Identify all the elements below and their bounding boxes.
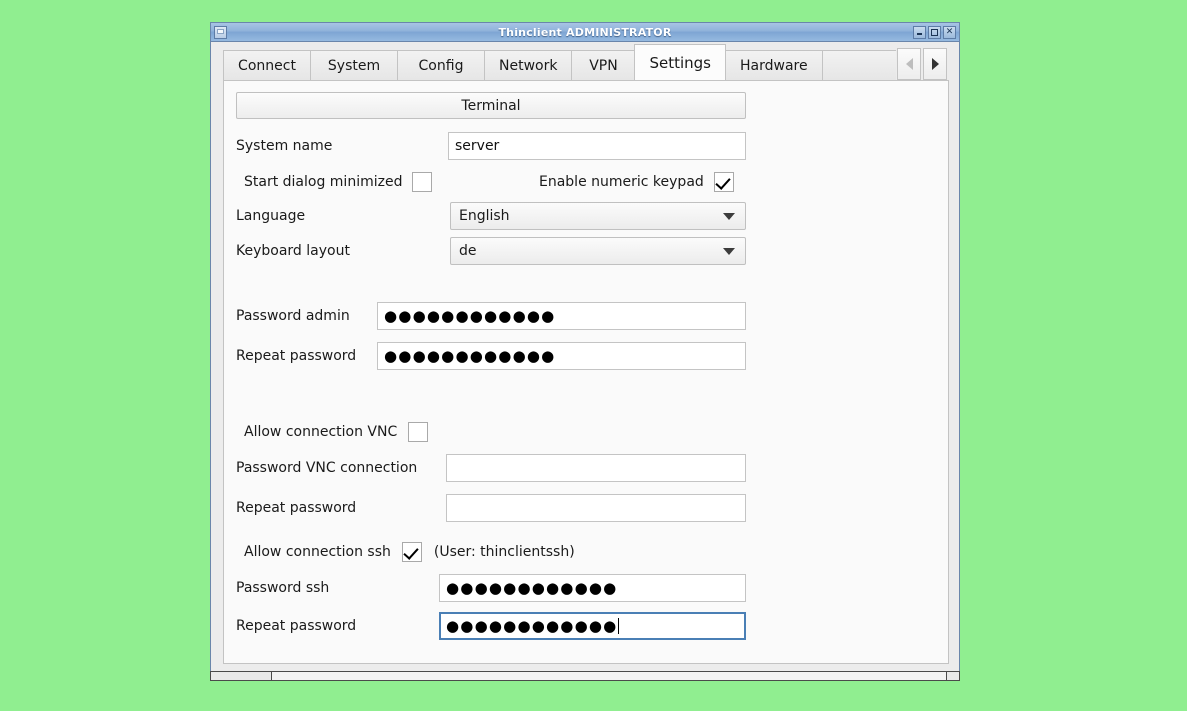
tab-scroll-prev-button[interactable] bbox=[897, 48, 921, 80]
keyboard-layout-value: de bbox=[459, 243, 477, 259]
application-window: Thinclient ADMINISTRATOR ✕ Connect Syste… bbox=[210, 22, 960, 677]
numeric-keypad-label: Enable numeric keypad bbox=[539, 174, 704, 190]
window-menu-icon[interactable] bbox=[214, 25, 227, 39]
password-ssh-masked-value: ●●●●●●●●●●●● bbox=[446, 578, 618, 597]
keyboard-layout-row: Keyboard layout de bbox=[236, 237, 746, 265]
keyboard-layout-select[interactable]: de bbox=[450, 237, 746, 265]
tab-hardware[interactable]: Hardware bbox=[725, 50, 823, 80]
start-minimized-label: Start dialog minimized bbox=[244, 174, 403, 190]
tab-bar-filler bbox=[821, 50, 896, 80]
repeat-password-vnc-row: Repeat password bbox=[236, 494, 746, 522]
tab-system[interactable]: System bbox=[310, 50, 398, 80]
tab-label: Settings bbox=[649, 53, 711, 72]
language-label: Language bbox=[236, 208, 306, 224]
chevron-left-icon bbox=[905, 58, 913, 70]
numeric-keypad-row: Enable numeric keypad bbox=[539, 168, 734, 196]
repeat-password-admin-row: Repeat password ●●●●●●●●●●●● bbox=[236, 342, 746, 370]
start-minimized-row: Start dialog minimized bbox=[244, 168, 433, 196]
repeat-password-admin-label: Repeat password bbox=[236, 348, 357, 364]
password-vnc-input[interactable] bbox=[446, 454, 746, 482]
allow-ssh-checkbox[interactable] bbox=[401, 542, 422, 562]
chevron-right-icon bbox=[931, 58, 939, 70]
repeat-password-ssh-row: Repeat password ●●●●●●●●●●●● bbox=[236, 612, 746, 640]
ssh-user-note: (User: thinclientssh) bbox=[433, 544, 575, 560]
language-select[interactable]: English bbox=[450, 202, 746, 230]
keyboard-layout-label: Keyboard layout bbox=[236, 243, 350, 259]
password-admin-input[interactable]: ●●●●●●●●●●●● bbox=[377, 302, 746, 330]
repeat-password-ssh-input[interactable]: ●●●●●●●●●●●● bbox=[439, 612, 746, 640]
repeat-password-vnc-label: Repeat password bbox=[236, 500, 357, 516]
tab-network[interactable]: Network bbox=[484, 50, 573, 80]
settings-panel: Terminal System name server Start dialog… bbox=[223, 80, 949, 664]
tab-config[interactable]: Config bbox=[397, 50, 485, 80]
language-row: Language English bbox=[236, 202, 746, 230]
chevron-down-icon bbox=[723, 247, 735, 255]
tab-bar: Connect System Config Network VPN Settin… bbox=[211, 42, 959, 80]
system-name-label: System name bbox=[236, 138, 333, 154]
tab-label: Network bbox=[499, 57, 558, 74]
window-title: Thinclient ADMINISTRATOR bbox=[498, 25, 672, 39]
title-bar[interactable]: Thinclient ADMINISTRATOR ✕ bbox=[211, 23, 959, 42]
numeric-keypad-checkbox[interactable] bbox=[713, 172, 734, 192]
system-name-input[interactable]: server bbox=[448, 132, 746, 160]
password-vnc-row: Password VNC connection bbox=[236, 454, 746, 482]
tab-scroll-next-button[interactable] bbox=[923, 48, 947, 80]
window-controls: ✕ bbox=[913, 25, 956, 39]
repeat-password-ssh-masked-value: ●●●●●●●●●●●● bbox=[446, 616, 618, 635]
password-ssh-row: Password ssh ●●●●●●●●●●●● bbox=[236, 574, 746, 602]
password-ssh-input[interactable]: ●●●●●●●●●●●● bbox=[439, 574, 746, 602]
tab-connect[interactable]: Connect bbox=[223, 50, 311, 80]
tab-label: Config bbox=[418, 57, 464, 74]
tab-vpn[interactable]: VPN bbox=[571, 50, 636, 80]
minimize-button[interactable] bbox=[913, 25, 926, 39]
tab-label: System bbox=[327, 57, 381, 74]
scrollbar-thumb[interactable] bbox=[272, 672, 947, 680]
allow-vnc-row: Allow connection VNC bbox=[244, 418, 429, 446]
terminal-button[interactable]: Terminal bbox=[236, 92, 746, 119]
repeat-password-vnc-input[interactable] bbox=[446, 494, 746, 522]
maximize-icon bbox=[931, 28, 938, 36]
tab-label: Connect bbox=[238, 57, 296, 74]
allow-vnc-label: Allow connection VNC bbox=[244, 424, 398, 440]
repeat-password-admin-masked-value: ●●●●●●●●●●●● bbox=[384, 346, 556, 365]
allow-vnc-checkbox[interactable] bbox=[408, 422, 429, 442]
password-admin-label: Password admin bbox=[236, 308, 350, 324]
allow-ssh-row: Allow connection ssh (User: thinclientss… bbox=[244, 538, 575, 566]
password-ssh-label: Password ssh bbox=[236, 580, 330, 596]
password-admin-masked-value: ●●●●●●●●●●●● bbox=[384, 306, 556, 325]
terminal-button-label: Terminal bbox=[461, 97, 521, 114]
text-cursor bbox=[618, 618, 620, 634]
maximize-button[interactable] bbox=[928, 25, 941, 39]
tab-label: VPN bbox=[589, 57, 618, 74]
start-minimized-checkbox[interactable] bbox=[412, 172, 433, 192]
system-name-row: System name server bbox=[236, 132, 746, 160]
close-button[interactable]: ✕ bbox=[943, 25, 956, 39]
tab-settings[interactable]: Settings bbox=[634, 44, 726, 80]
horizontal-scrollbar[interactable] bbox=[210, 671, 960, 681]
chevron-down-icon bbox=[723, 212, 735, 220]
repeat-password-admin-input[interactable]: ●●●●●●●●●●●● bbox=[377, 342, 746, 370]
close-icon: ✕ bbox=[945, 26, 954, 37]
repeat-password-ssh-label: Repeat password bbox=[236, 618, 357, 634]
scrollbar-track-left[interactable] bbox=[211, 672, 272, 680]
minimize-icon bbox=[917, 32, 922, 35]
language-value: English bbox=[459, 208, 510, 224]
password-admin-row: Password admin ●●●●●●●●●●●● bbox=[236, 302, 746, 330]
allow-ssh-label: Allow connection ssh bbox=[244, 544, 391, 560]
password-vnc-label: Password VNC connection bbox=[236, 460, 418, 476]
scrollbar-track-right[interactable] bbox=[947, 672, 959, 680]
tab-label: Hardware bbox=[740, 57, 808, 74]
